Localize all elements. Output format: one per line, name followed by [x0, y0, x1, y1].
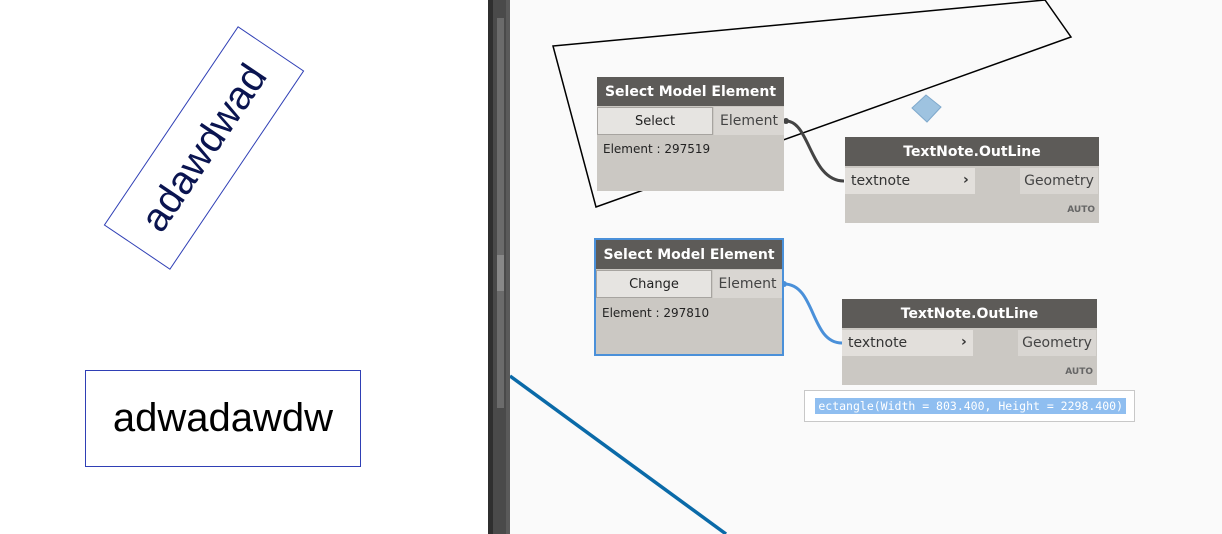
element-id-text: Element : 297810	[602, 306, 710, 320]
rotated-text-note[interactable]: adawdwad	[103, 26, 305, 270]
wire-node2-to-node4	[783, 282, 843, 345]
revit-view[interactable]: adawdwad adwadawdw	[0, 0, 488, 534]
dynamo-canvas[interactable]: Select Model Element Select Element Elem…	[510, 0, 1222, 534]
text-note[interactable]: adwadawdw	[85, 370, 361, 467]
node-title: Select Model Element	[597, 77, 784, 106]
preview-value-text[interactable]: ectangle(Width = 803.400, Height = 2298.…	[815, 398, 1126, 414]
select-model-element-node[interactable]: Select Model Element Select Element Elem…	[597, 77, 784, 191]
node-title: Select Model Element	[596, 240, 782, 269]
select-button[interactable]: Select	[597, 107, 713, 135]
rotated-text-note-label: adawdwad	[131, 56, 276, 240]
geometry-blue-line	[510, 374, 728, 534]
chevron-right-icon: ›	[961, 334, 967, 350]
chevron-right-icon: ›	[963, 172, 969, 188]
splitter-edge	[488, 0, 493, 534]
scrollbar-thumb[interactable]	[497, 18, 504, 408]
textnote-input-port[interactable]: textnote	[845, 168, 975, 194]
change-button[interactable]: Change	[596, 270, 712, 298]
element-output-port[interactable]: Element	[714, 107, 784, 135]
lacing-auto-badge[interactable]: AUTO	[1065, 367, 1093, 377]
panel-splitter[interactable]	[488, 0, 510, 534]
scrollbar-grip[interactable]	[497, 255, 504, 291]
lacing-auto-badge[interactable]: AUTO	[1067, 205, 1095, 215]
text-note-label: adwadawdw	[112, 396, 334, 440]
textnote-outline-node[interactable]: TextNote.OutLine textnote › Geometry AUT…	[842, 299, 1097, 385]
textnote-outline-node[interactable]: TextNote.OutLine textnote › Geometry AUT…	[845, 137, 1099, 223]
element-output-port[interactable]: Element	[713, 270, 782, 298]
geometry-output-port[interactable]: Geometry	[1020, 168, 1098, 194]
node-preview-bubble[interactable]: ectangle(Width = 803.400, Height = 2298.…	[804, 390, 1135, 422]
geometry-small-mesh-icon	[911, 94, 942, 123]
element-id-text: Element : 297519	[603, 142, 711, 156]
wire-node1-to-node3	[785, 119, 845, 183]
textnote-input-port[interactable]: textnote	[842, 330, 973, 356]
geometry-output-port[interactable]: Geometry	[1018, 330, 1096, 356]
select-model-element-node[interactable]: Select Model Element Change Element Elem…	[594, 238, 784, 356]
node-title: TextNote.OutLine	[842, 299, 1097, 328]
node-title: TextNote.OutLine	[845, 137, 1099, 166]
